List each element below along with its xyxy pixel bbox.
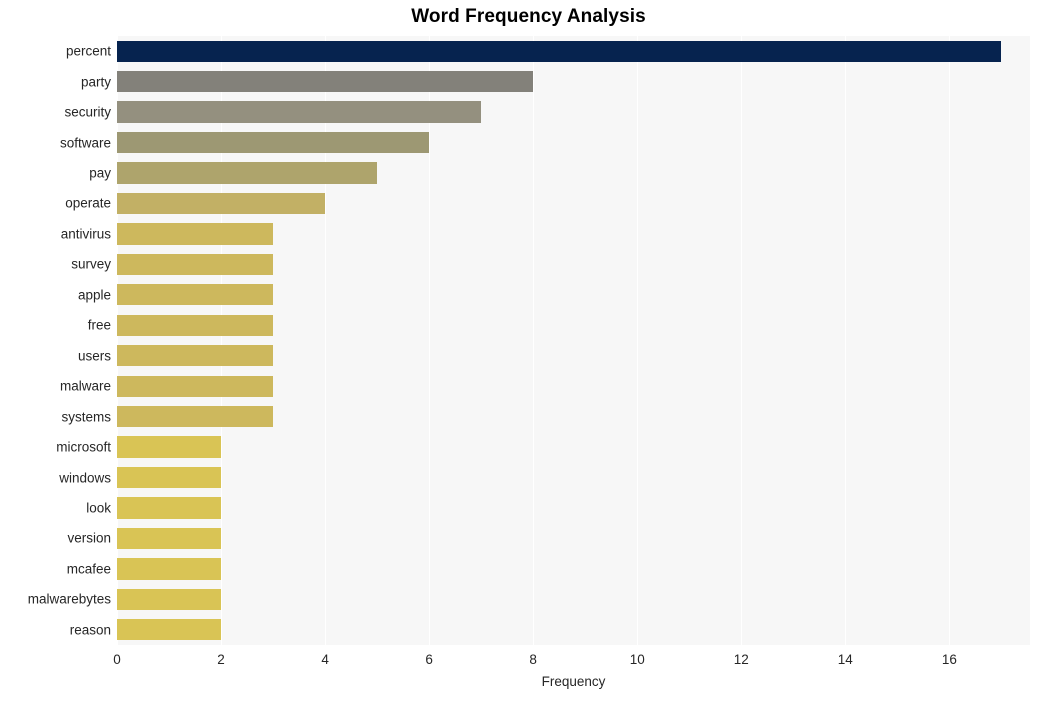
y-tick-label: microsoft (0, 432, 111, 462)
y-tick-label: pay (0, 158, 111, 188)
y-tick-label-text: pay (89, 165, 111, 181)
y-tick-label: version (0, 523, 111, 553)
y-tick-label-text: systems (61, 409, 111, 425)
y-tick-label-text: look (86, 500, 111, 516)
y-tick-label-text: reason (69, 622, 111, 638)
y-tick-label-text: percent (65, 43, 111, 59)
y-tick-label: reason (0, 615, 111, 645)
x-tick-label: 0 (113, 652, 121, 667)
x-axis-label: Frequency (541, 674, 606, 689)
y-tick-label: users (0, 341, 111, 371)
y-tick-label-text: antivirus (60, 226, 111, 242)
y-tick-label-text: malwarebytes (27, 591, 111, 607)
y-tick-label: antivirus (0, 219, 111, 249)
y-tick-label-text: users (77, 348, 111, 364)
x-tick-label: 8 (529, 652, 537, 667)
x-tick-label: 12 (733, 652, 749, 667)
y-tick-label: windows (0, 462, 111, 492)
y-tick-label-text: windows (59, 470, 111, 486)
y-tick-label: malwarebytes (0, 584, 111, 614)
y-tick-label-text: operate (65, 195, 111, 211)
y-tick-label-text: apple (77, 287, 111, 303)
chart-title: Word Frequency Analysis (411, 6, 646, 27)
y-tick-label: party (0, 66, 111, 96)
y-tick-label: security (0, 97, 111, 127)
y-tick-label: software (0, 127, 111, 157)
x-tick-label: 2 (217, 652, 225, 667)
y-tick-label: apple (0, 280, 111, 310)
y-tick-label-text: security (64, 104, 111, 120)
y-tick-label-text: version (67, 530, 111, 546)
y-tick-label-text: malware (59, 378, 111, 394)
y-tick-label-text: party (80, 74, 111, 90)
y-tick-label-text: microsoft (56, 439, 111, 455)
y-tick-label: mcafee (0, 554, 111, 584)
y-tick-label: survey (0, 249, 111, 279)
y-tick-label-text: free (87, 317, 111, 333)
x-tick-label: 4 (321, 652, 329, 667)
y-tick-label: systems (0, 401, 111, 431)
x-tick-label: 14 (837, 652, 853, 667)
chart-figure: Word Frequency Analysis percent party secu… (0, 0, 1057, 701)
y-tick-label-text: mcafee (66, 561, 111, 577)
y-tick-label-text: software (59, 135, 111, 151)
x-tick-label: 16 (941, 652, 957, 667)
x-axis-tick-labels: 0 2 4 6 8 10 12 14 16 (0, 645, 1057, 675)
y-tick-label: free (0, 310, 111, 340)
y-tick-label: operate (0, 188, 111, 218)
x-tick-label: 10 (629, 652, 645, 667)
y-tick-label: malware (0, 371, 111, 401)
y-tick-label-text: survey (71, 256, 111, 272)
x-tick-label: 6 (425, 652, 433, 667)
y-tick-label: look (0, 493, 111, 523)
y-axis-tick-labels: percent party security software pay operate an… (0, 36, 1057, 645)
y-tick-label: percent (0, 36, 111, 66)
